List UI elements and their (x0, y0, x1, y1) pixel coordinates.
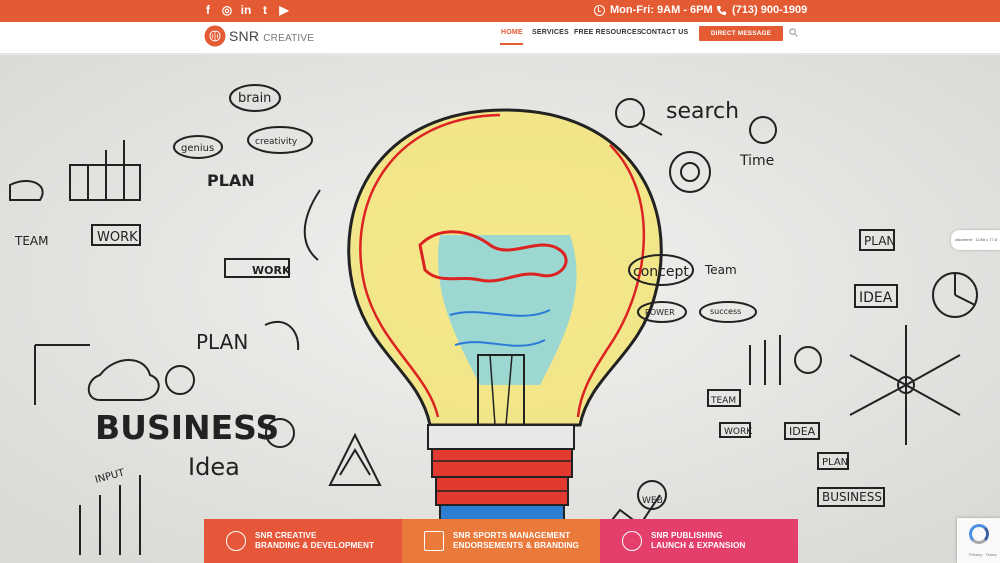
tile-title: SNR SPORTS MANAGEMENT (453, 531, 571, 540)
target-icon (226, 531, 246, 551)
word-plan-2: PLAN (196, 330, 248, 354)
word-web: WEB (642, 496, 663, 506)
word-plan: PLAN (207, 171, 255, 190)
tile-subtitle: BRANDING & DEVELOPMENT (255, 541, 375, 550)
word-brain: brain (238, 91, 271, 106)
word-creativity: creativity (255, 137, 298, 147)
active-nav-indicator (500, 43, 523, 45)
word-idea-3: IDEA (789, 425, 816, 438)
recaptcha-icon (969, 524, 989, 544)
brand-name: SNR (229, 28, 260, 44)
site-logo[interactable]: SNR CREATIVE (204, 25, 314, 47)
word-concept: concept (633, 264, 689, 280)
phone-number[interactable]: (713) 900-1909 (716, 4, 807, 16)
word-search: search (666, 99, 739, 124)
service-tiles: SNR CREATIVE BRANDING & DEVELOPMENT SNR … (204, 519, 798, 563)
word-power: POWER (645, 308, 675, 317)
hero-banner: brain creativity genius PLAN TEAM WORK W… (0, 55, 1000, 563)
tile-snr-creative[interactable]: SNR CREATIVE BRANDING & DEVELOPMENT (204, 519, 402, 563)
tile-snr-sports-management[interactable]: SNR SPORTS MANAGEMENT ENDORSEMENTS & BRA… (402, 519, 600, 563)
facebook-icon[interactable]: f (201, 3, 215, 18)
clock-icon (594, 4, 605, 16)
word-genius: genius (181, 143, 214, 154)
tile-title: SNR PUBLISHING (651, 531, 723, 540)
word-business: BUSINESS (95, 408, 279, 447)
search-icon[interactable] (789, 28, 798, 37)
phone-text: (713) 900-1909 (732, 4, 808, 16)
top-bar: f ◎ in t ▶ Mon-Fri: 9AM - 6PM (713) 900-… (0, 0, 1000, 22)
word-time: Time (739, 153, 774, 169)
side-widget-tab[interactable]: clicontent · 11/60 c.77.8 (951, 230, 1000, 250)
launch-icon (622, 531, 642, 551)
word-work-3: WORK (724, 427, 753, 437)
direct-message-button[interactable]: DIRECT MESSAGE (699, 26, 783, 41)
tile-subtitle: ENDORSEMENTS & BRANDING (453, 541, 580, 550)
nav-free-resources[interactable]: FREE RESOURCES (574, 29, 642, 36)
word-work: WORK (97, 230, 138, 245)
youtube-icon[interactable]: ▶ (277, 3, 291, 18)
twitter-icon[interactable]: t (258, 3, 272, 18)
tile-title: SNR CREATIVE (255, 531, 317, 540)
word-success: success (710, 307, 741, 316)
brand-suffix: CREATIVE (263, 33, 315, 44)
tile-subtitle: LAUNCH & EXPANSION (651, 541, 746, 550)
word-plan-4: PLAN (822, 457, 848, 468)
nav-contact-us[interactable]: CONTACT US (641, 29, 688, 36)
envelope-icon (424, 531, 444, 551)
recaptcha-links[interactable]: Privacy · Terms (969, 552, 996, 557)
word-team: TEAM (14, 234, 48, 248)
recaptcha-badge[interactable]: Privacy · Terms (957, 518, 1000, 563)
tile-snr-publishing[interactable]: SNR PUBLISHING LAUNCH & EXPANSION (600, 519, 798, 563)
word-team-2: Team (704, 263, 737, 277)
word-plan-3: PLAN (864, 234, 895, 248)
word-business-2: BUSINESS (822, 490, 882, 504)
word-idea: Idea (188, 453, 240, 481)
word-idea-2: IDEA (859, 290, 893, 306)
linkedin-icon[interactable]: in (239, 3, 253, 18)
hours-text: Mon-Fri: 9AM - 6PM (610, 4, 713, 16)
business-hours: Mon-Fri: 9AM - 6PM (594, 4, 713, 16)
nav-home[interactable]: HOME (501, 29, 523, 36)
social-links: f ◎ in t ▶ (201, 3, 291, 18)
main-navbar: SNR CREATIVE HOME SERVICES FREE RESOURCE… (0, 22, 1000, 54)
phone-icon (716, 5, 727, 15)
business-idea-illustration: brain creativity genius PLAN TEAM WORK W… (0, 55, 1000, 563)
word-work-2: WORK (252, 264, 291, 277)
nav-services[interactable]: SERVICES (532, 29, 569, 36)
brain-logo-icon (204, 25, 226, 47)
instagram-icon[interactable]: ◎ (220, 3, 234, 18)
word-team-3: TEAM (710, 396, 736, 406)
